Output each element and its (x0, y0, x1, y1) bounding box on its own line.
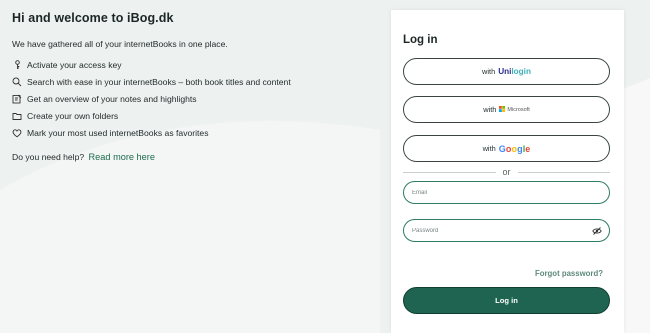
feature-item: Create your own folders (12, 107, 382, 124)
unilogin-logo-suffix: login (511, 67, 531, 76)
search-icon (12, 77, 22, 87)
heart-icon (12, 128, 22, 138)
or-divider: or (403, 167, 611, 177)
feature-item: Mark your most used internetBooks as fav… (12, 124, 382, 141)
login-card: Log in with Unilogin with Microsoft with… (391, 10, 624, 333)
or-label: or (502, 167, 511, 177)
google-logo-letter: G (498, 143, 506, 154)
key-person-icon (12, 60, 22, 70)
microsoft-logo-icon (499, 105, 506, 114)
notes-icon (12, 94, 22, 104)
email-field[interactable] (403, 181, 610, 204)
feature-item: Search with ease in your internetBooks –… (12, 74, 382, 91)
feature-label: Get an overview of your notes and highli… (27, 93, 197, 104)
email-input[interactable] (412, 189, 592, 196)
welcome-section: Hi and welcome to iBog.dk We have gather… (12, 11, 382, 162)
microsoft-button[interactable]: with Microsoft (403, 96, 610, 123)
feature-label: Search with ease in your internetBooks –… (27, 77, 291, 88)
unilogin-logo-prefix: Uni (498, 67, 512, 76)
login-button[interactable]: Log in (403, 287, 610, 314)
unilogin-logo: Unilogin (498, 67, 531, 76)
unilogin-button[interactable]: with Unilogin (403, 58, 610, 85)
feature-label: Activate your access key (27, 60, 122, 71)
with-label: with (483, 105, 497, 114)
feature-label: Mark your most used internetBooks as fav… (27, 127, 209, 138)
password-input[interactable] (412, 227, 592, 234)
with-label: with (482, 144, 496, 153)
microsoft-label: Microsoft (507, 106, 530, 113)
folder-icon (12, 111, 22, 121)
google-button[interactable]: with Google (403, 135, 610, 162)
google-logo-letter: e (525, 143, 531, 154)
welcome-title: Hi and welcome to iBog.dk (12, 11, 174, 25)
feature-list: Activate your access key Search with eas… (12, 57, 382, 141)
hide-password-icon[interactable] (592, 226, 602, 236)
forgot-password-link[interactable]: Forgot password? (535, 269, 603, 278)
google-logo: Google (499, 144, 531, 154)
divider-line (403, 171, 496, 173)
help-row: Do you need help? Read more here (12, 152, 382, 162)
with-label: with (482, 67, 496, 76)
login-title: Log in (403, 34, 438, 46)
divider-line (517, 171, 611, 173)
feature-item: Activate your access key (12, 57, 382, 74)
help-text: Do you need help? (12, 151, 85, 162)
feature-item: Get an overview of your notes and highli… (12, 91, 382, 108)
feature-label: Create your own folders (27, 110, 119, 121)
welcome-intro: We have gathered all of your internetBoo… (12, 39, 228, 49)
password-field[interactable] (403, 219, 610, 242)
read-more-link[interactable]: Read more here (89, 152, 155, 162)
